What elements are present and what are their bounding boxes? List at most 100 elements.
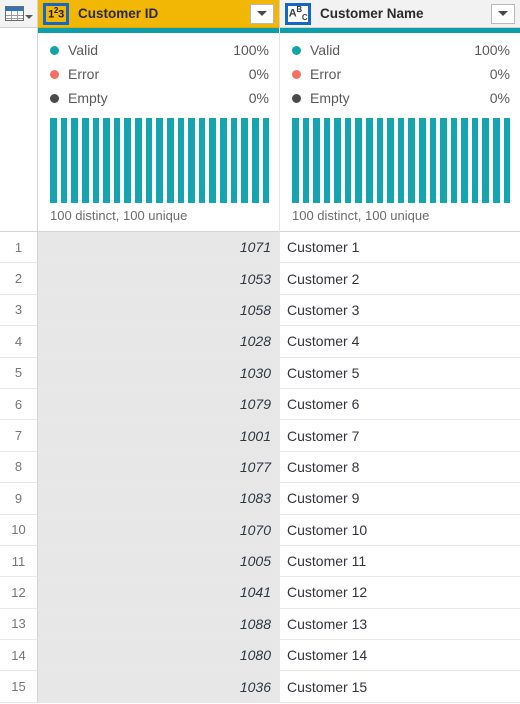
cell-customer-name[interactable]: Customer 3 (279, 294, 520, 327)
cell-customer-id[interactable]: 1088 (38, 608, 279, 641)
row-number[interactable]: 8 (0, 451, 38, 484)
column-filter-dropdown-customer-name[interactable] (491, 3, 515, 24)
cell-customer-id[interactable]: 1058 (38, 294, 279, 327)
histogram-bar (103, 118, 110, 203)
cell-customer-name[interactable]: Customer 2 (279, 263, 520, 295)
histogram-bar (344, 118, 352, 203)
numeric-type-label: 123 (48, 5, 64, 21)
chevron-down-icon (257, 11, 267, 16)
cell-customer-name[interactable]: Customer 15 (279, 671, 520, 703)
text-type-label: ABC (288, 4, 308, 22)
row-number[interactable]: 15 (0, 671, 38, 703)
table-row[interactable]: 13 1088 Customer 13 (0, 608, 520, 641)
cell-customer-name[interactable]: Customer 12 (279, 577, 520, 609)
row-number[interactable]: 2 (0, 263, 38, 295)
valid-dot-icon (292, 45, 301, 55)
cell-customer-id[interactable]: 1080 (38, 640, 279, 672)
table-row[interactable]: 9 1083 Customer 9 (0, 483, 520, 515)
histogram-bar (113, 118, 121, 203)
row-number[interactable]: 14 (0, 640, 38, 672)
cell-customer-name[interactable]: Customer 11 (279, 545, 520, 578)
data-rows: 1 1071 Customer 1 2 1053 Customer 2 3 1058 Custo… (0, 232, 520, 703)
row-number[interactable]: 9 (0, 483, 38, 515)
value-distribution-histogram-customer-name[interactable] (292, 118, 511, 203)
cell-customer-id[interactable]: 1041 (38, 577, 279, 609)
histogram-bar (461, 118, 468, 203)
text-type-icon[interactable]: ABC (285, 2, 311, 25)
cell-customer-id[interactable]: 1028 (38, 326, 279, 358)
table-row[interactable]: 10 1070 Customer 10 (0, 514, 520, 546)
cell-customer-id[interactable]: 1079 (38, 388, 279, 421)
cell-customer-id[interactable]: 1030 (38, 357, 279, 389)
table-row[interactable]: 11 1005 Customer 11 (0, 545, 520, 578)
histogram-bar (503, 118, 511, 203)
table-row[interactable]: 12 1041 Customer 12 (0, 577, 520, 609)
histogram-bar (198, 118, 206, 203)
cell-customer-id[interactable]: 1005 (38, 545, 279, 578)
cell-customer-id[interactable]: 1053 (38, 263, 279, 295)
histogram-bar (471, 118, 479, 203)
table-row[interactable]: 2 1053 Customer 2 (0, 263, 520, 295)
row-number[interactable]: 12 (0, 577, 38, 609)
row-number[interactable]: 11 (0, 545, 38, 578)
cell-customer-id[interactable]: 1077 (38, 451, 279, 484)
cell-customer-id[interactable]: 1001 (38, 420, 279, 452)
cell-customer-name[interactable]: Customer 5 (279, 357, 520, 389)
histogram-bar (251, 118, 259, 203)
table-row[interactable]: 6 1079 Customer 6 (0, 388, 520, 421)
row-number[interactable]: 13 (0, 608, 38, 641)
table-row[interactable]: 3 1058 Customer 3 (0, 294, 520, 327)
chevron-down-icon[interactable] (24, 15, 33, 19)
valid-dot-icon (50, 45, 59, 55)
histogram-bar (302, 118, 310, 203)
quality-stat-error: Error 0% (292, 62, 510, 86)
table-row[interactable]: 1 1071 Customer 1 (0, 232, 520, 264)
histogram-bar (124, 118, 131, 203)
quality-stat-empty: Empty 0% (50, 86, 269, 110)
histogram-bar (156, 118, 163, 203)
table-row[interactable]: 8 1077 Customer 8 (0, 451, 520, 484)
row-number[interactable]: 6 (0, 388, 38, 421)
cell-customer-name[interactable]: Customer 10 (279, 514, 520, 546)
histogram-bar (440, 118, 447, 203)
histogram-bar (366, 118, 373, 203)
quality-stat-value: 0% (489, 90, 510, 106)
cell-customer-name[interactable]: Customer 8 (279, 451, 520, 484)
value-distribution-histogram-customer-id[interactable] (50, 118, 270, 203)
table-row[interactable]: 14 1080 Customer 14 (0, 640, 520, 672)
cell-customer-id[interactable]: 1036 (38, 671, 279, 703)
cell-customer-name[interactable]: Customer 1 (279, 232, 520, 264)
table-row[interactable]: 7 1001 Customer 7 (0, 420, 520, 452)
table-row[interactable]: 5 1030 Customer 5 (0, 357, 520, 389)
cell-customer-name[interactable]: Customer 9 (279, 483, 520, 515)
table-icon (4, 6, 33, 21)
row-number[interactable]: 1 (0, 232, 38, 264)
row-number[interactable]: 4 (0, 326, 38, 358)
numeric-type-icon[interactable]: 123 (43, 2, 69, 25)
histogram-bar (230, 118, 238, 203)
cell-customer-name[interactable]: Customer 4 (279, 326, 520, 358)
cell-customer-name[interactable]: Customer 14 (279, 640, 520, 672)
cell-customer-name[interactable]: Customer 6 (279, 388, 520, 421)
row-number[interactable]: 3 (0, 294, 38, 327)
profile-spacer (0, 33, 38, 232)
cell-customer-id[interactable]: 1083 (38, 483, 279, 515)
histogram-bar (323, 118, 331, 203)
table-row[interactable]: 15 1036 Customer 15 (0, 671, 520, 703)
row-number[interactable]: 7 (0, 420, 38, 452)
column-filter-dropdown-customer-id[interactable] (250, 3, 274, 24)
column-header-customer-id[interactable]: 123 Customer ID (38, 0, 279, 28)
row-number[interactable]: 5 (0, 357, 38, 389)
cell-customer-id[interactable]: 1070 (38, 514, 279, 546)
cell-customer-name[interactable]: Customer 7 (279, 420, 520, 452)
column-header-row: 123 Customer ID ABC Customer Name (0, 0, 520, 28)
column-header-customer-name[interactable]: ABC Customer Name (279, 0, 520, 28)
row-number[interactable]: 10 (0, 514, 38, 546)
quality-stat-value: 100% (474, 42, 510, 58)
cell-customer-name[interactable]: Customer 13 (279, 608, 520, 641)
grid-corner-cell[interactable] (0, 0, 38, 28)
quality-stat-value: 0% (248, 90, 269, 106)
table-row[interactable]: 4 1028 Customer 4 (0, 326, 520, 358)
column-profile-row: Valid 100% Error 0% Empty 0% 100 distinc… (0, 33, 520, 232)
cell-customer-id[interactable]: 1071 (38, 232, 279, 264)
